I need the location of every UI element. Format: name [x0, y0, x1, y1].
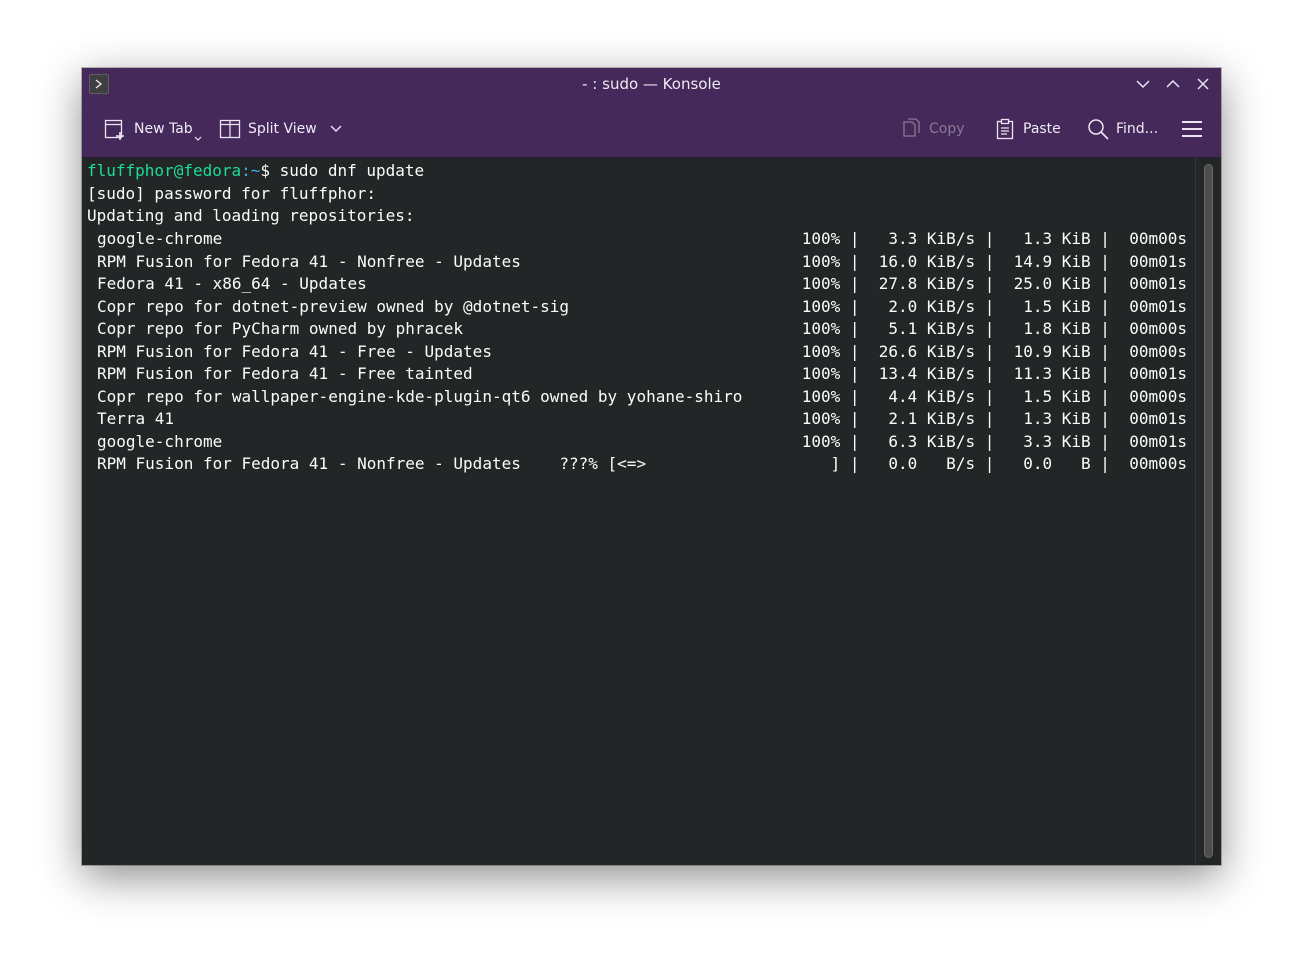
- find-button[interactable]: Find...: [1087, 100, 1158, 158]
- copy-label: Copy: [929, 121, 965, 137]
- hamburger-menu-icon: [1182, 121, 1202, 137]
- list-item: google-chrome 100% | 6.3 KiB/s | 3.3 KiB …: [82, 431, 1195, 453]
- list-item: google-chrome 100% | 3.3 KiB/s | 1.3 KiB …: [82, 228, 1195, 250]
- find-label: Find...: [1116, 121, 1159, 137]
- chevron-up-icon: [1166, 79, 1180, 88]
- chevron-down-icon: [330, 125, 342, 132]
- close-button[interactable]: [1193, 74, 1213, 94]
- split-view-button[interactable]: Split View: [219, 100, 343, 158]
- repo-stats: 100% | 16.0 KiB/s | 14.9 KiB | 00m01s: [801, 251, 1187, 271]
- repo-stats: 100% | 5.1 KiB/s | 1.8 KiB | 00m00s: [801, 319, 1187, 338]
- copy-icon: [903, 118, 920, 137]
- prompt-symbol: $: [260, 161, 271, 180]
- repo-name: Copr repo for wallpaper-engine-kde-plugi…: [97, 386, 743, 406]
- chevron-down-icon: [1136, 80, 1150, 89]
- window-title: - : sudo — Konsole: [582, 75, 721, 93]
- repo-name: google-chrome: [97, 229, 223, 248]
- repo-name: Copr repo for PyCharm owned by phracek: [97, 319, 464, 338]
- paste-label: Paste: [1023, 121, 1061, 137]
- new-tab-icon: [104, 119, 124, 140]
- repo-stats: ] | 0.0 B/s | 0.0 B | 00m00s: [801, 454, 1187, 473]
- list-item: RPM Fusion for Fedora 41 - Free - Update…: [82, 341, 1195, 363]
- list-item: RPM Fusion for Fedora 41 - Nonfree - Upd…: [82, 251, 1195, 273]
- terminal-output[interactable]: fluffphor@fedora:~$ sudo dnf update [sud…: [82, 158, 1195, 865]
- paste-icon: [996, 118, 1014, 140]
- konsole-window: - : sudo — Konsole New Tab Split View Co…: [82, 68, 1221, 865]
- repo-name: RPM Fusion for Fedora 41 - Nonfree - Upd…: [97, 454, 647, 473]
- split-view-icon: [219, 119, 241, 139]
- main-toolbar: New Tab Split View Copy Paste Find...: [82, 100, 1221, 158]
- repo-stats: 100% | 26.6 KiB/s | 10.9 KiB | 00m00s: [801, 341, 1187, 361]
- split-view-label: Split View: [248, 121, 317, 137]
- copy-button[interactable]: Copy: [900, 100, 965, 158]
- repo-stats: 100% | 13.4 KiB/s | 11.3 KiB | 00m01s: [801, 364, 1187, 383]
- prompt-user: fluffphor@fedora: [87, 161, 242, 180]
- list-item: Copr repo for wallpaper-engine-kde-plugi…: [82, 386, 1195, 408]
- close-icon: [1197, 78, 1209, 90]
- scrollbar-thumb[interactable]: [1204, 164, 1213, 858]
- list-item: Terra 41 100% | 2.1 KiB/s | 1.3 KiB | 00m…: [82, 408, 1195, 430]
- repo-stats: 100% | 2.0 KiB/s | 1.5 KiB | 00m01s: [801, 296, 1187, 316]
- prompt-line: fluffphor@fedora:~$ sudo dnf update: [87, 160, 424, 182]
- prompt-path: :~: [241, 161, 261, 180]
- maximize-button[interactable]: [1163, 74, 1183, 94]
- repo-name: Fedora 41 - x86_64 - Updates: [97, 274, 367, 293]
- list-item: RPM Fusion for Fedora 41 - Nonfree - Upd…: [82, 453, 1195, 475]
- vertical-scrollbar[interactable]: [1195, 158, 1221, 865]
- password-line: [sudo] password for fluffphor:: [87, 184, 376, 203]
- new-tab-label: New Tab: [134, 121, 193, 137]
- title-bar[interactable]: - : sudo — Konsole: [82, 68, 1221, 100]
- paste-button[interactable]: Paste: [994, 100, 1061, 158]
- command-text: sudo dnf update: [270, 161, 425, 180]
- hamburger-menu-button[interactable]: [1181, 100, 1203, 158]
- list-item: Fedora 41 - x86_64 - Updates 100% | 27.8 …: [82, 273, 1195, 295]
- repo-name: Terra 41: [97, 409, 175, 428]
- repo-name: google-chrome: [97, 431, 223, 451]
- repo-stats: 100% | 6.3 KiB/s | 3.3 KiB | 00m01s: [801, 431, 1187, 451]
- minimize-button[interactable]: [1133, 74, 1153, 94]
- list-item: Copr repo for PyCharm owned by phracek 10…: [82, 318, 1195, 340]
- repo-stats: 100% | 27.8 KiB/s | 25.0 KiB | 00m01s: [801, 274, 1187, 293]
- repo-stats: 100% | 4.4 KiB/s | 1.5 KiB | 00m00s: [801, 386, 1187, 406]
- updating-line: Updating and loading repositories:: [87, 206, 415, 225]
- repo-stats: 100% | 3.3 KiB/s | 1.3 KiB | 00m00s: [801, 229, 1187, 248]
- list-item: RPM Fusion for Fedora 41 - Free tainted 1…: [82, 363, 1195, 385]
- search-icon: [1088, 119, 1109, 140]
- repo-stats: 100% | 2.1 KiB/s | 1.3 KiB | 00m01s: [801, 409, 1187, 428]
- repo-name: RPM Fusion for Fedora 41 - Free tainted: [97, 364, 473, 383]
- list-item: Copr repo for dotnet-preview owned by @d…: [82, 296, 1195, 318]
- repo-name: RPM Fusion for Fedora 41 - Free - Update…: [97, 341, 492, 361]
- new-tab-button[interactable]: New Tab: [103, 100, 202, 158]
- repo-name: Copr repo for dotnet-preview owned by @d…: [97, 296, 570, 316]
- chevron-down-icon: [194, 136, 202, 141]
- repo-name: RPM Fusion for Fedora 41 - Nonfree - Upd…: [97, 251, 521, 271]
